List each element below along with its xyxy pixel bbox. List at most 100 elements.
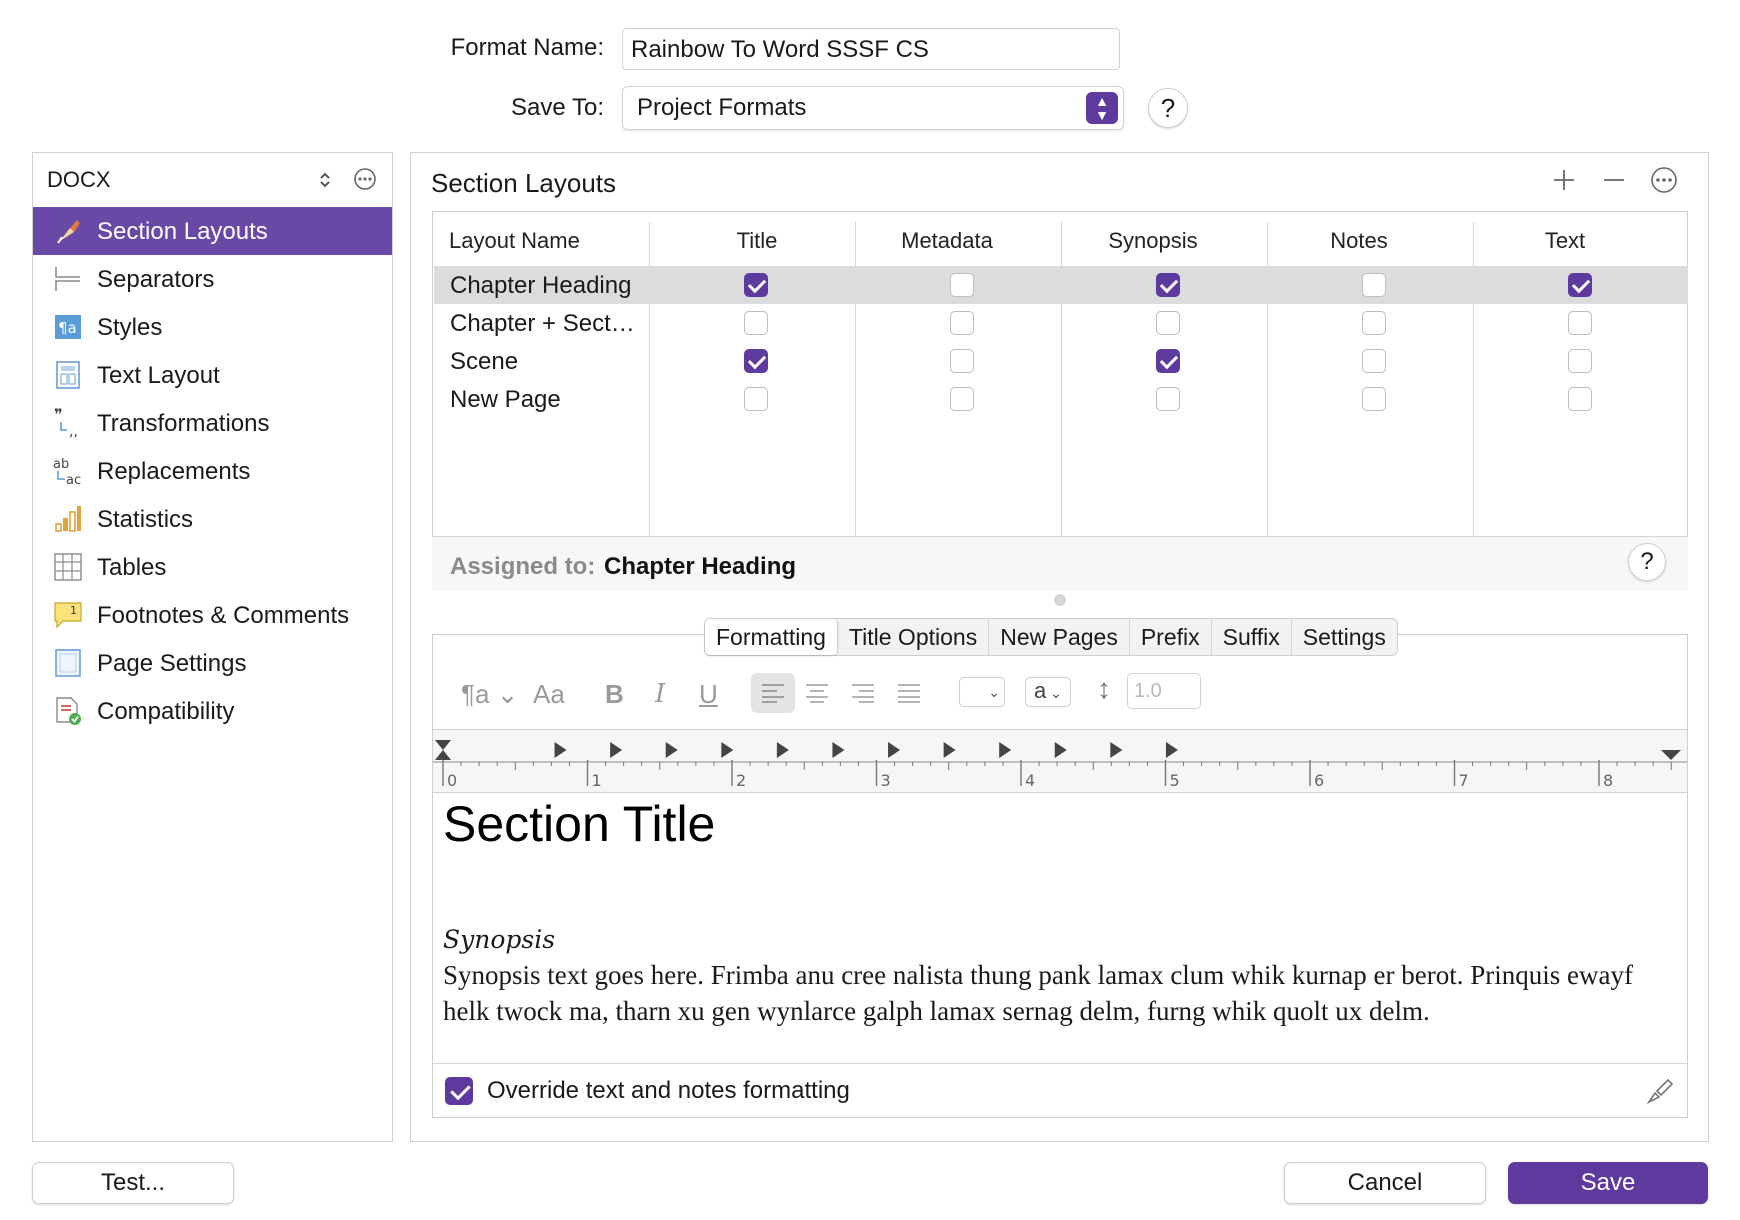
table-row[interactable]: Chapter + Sect… — [434, 304, 1688, 342]
tab-title-options[interactable]: Title Options — [838, 619, 990, 655]
column-header-synopsis[interactable]: Synopsis — [1103, 228, 1203, 254]
sidebar-item-compatibility[interactable]: Compatibility — [33, 687, 392, 735]
chevron-updown-icon: ▲ ▼ — [1086, 92, 1118, 124]
line-spacing-value: 1.0 — [1134, 680, 1162, 702]
split-view-handle[interactable] — [1054, 594, 1066, 606]
format-name-input[interactable]: Rainbow To Word SSSF CS — [622, 28, 1120, 70]
tab-prefix[interactable]: Prefix — [1130, 619, 1212, 655]
tab-new-pages[interactable]: New Pages — [989, 619, 1130, 655]
sidebar-item-page-settings[interactable]: Page Settings — [33, 639, 392, 687]
help-button[interactable]: ? — [1148, 88, 1188, 128]
column-header-text[interactable]: Text — [1515, 228, 1615, 254]
chevron-updown-icon — [320, 172, 330, 188]
title-checkbox[interactable] — [744, 387, 768, 411]
metadata-checkbox[interactable] — [950, 273, 974, 297]
metadata-checkbox[interactable] — [950, 349, 974, 373]
tab-stop-marker — [721, 742, 734, 758]
italic-icon[interactable]: I — [655, 679, 665, 709]
sidebar-item-statistics[interactable]: Statistics — [33, 495, 392, 543]
remove-icon[interactable] — [1602, 168, 1626, 192]
footnotes-icon: 1 — [54, 602, 82, 629]
text-checkbox[interactable] — [1568, 387, 1592, 411]
ruler[interactable]: 0 1 2 3 4 5 6 7 8 — [433, 729, 1687, 793]
test-button[interactable]: Test... — [32, 1162, 234, 1204]
table-row[interactable]: Scene — [434, 342, 1688, 380]
override-checkbox[interactable] — [445, 1077, 473, 1105]
column-header-title[interactable]: Title — [727, 228, 787, 254]
table-row[interactable]: New Page — [434, 380, 1688, 418]
metadata-checkbox[interactable] — [950, 311, 974, 335]
synopsis-checkbox[interactable] — [1156, 273, 1180, 297]
sidebar-item-tables[interactable]: Tables — [33, 543, 392, 591]
tab-formatting[interactable]: Formatting — [705, 619, 838, 655]
format-selector[interactable]: DOCX — [33, 153, 392, 207]
styles-icon: ¶a — [55, 315, 81, 339]
underline-icon[interactable]: U — [699, 679, 718, 710]
tables-icon — [54, 553, 82, 581]
preview-synopsis-label: Synopsis — [443, 925, 556, 954]
notes-checkbox[interactable] — [1362, 311, 1386, 335]
more-options-icon[interactable] — [1650, 166, 1678, 194]
font-size-button[interactable]: Aa — [533, 679, 565, 710]
align-center-icon[interactable] — [805, 683, 829, 703]
text-checkbox[interactable] — [1568, 311, 1592, 335]
tab-suffix[interactable]: Suffix — [1212, 619, 1292, 655]
save-to-select[interactable]: Project Formats ▲ ▼ — [622, 86, 1124, 130]
cancel-button[interactable]: Cancel — [1284, 1162, 1486, 1204]
layout-name: New Page — [450, 386, 561, 413]
tab-stop-marker — [943, 742, 956, 758]
assigned-help-button[interactable]: ? — [1628, 543, 1666, 581]
tab-stop-marker — [665, 742, 678, 758]
synopsis-checkbox[interactable] — [1156, 311, 1180, 335]
override-label: Override text and notes formatting — [487, 1077, 850, 1104]
assigned-to-label: Assigned to: — [450, 553, 596, 580]
brush-icon[interactable] — [1645, 1076, 1675, 1106]
text-color-select[interactable]: ⌄ — [959, 677, 1005, 707]
notes-checkbox[interactable] — [1362, 387, 1386, 411]
notes-checkbox[interactable] — [1362, 349, 1386, 373]
sidebar-item-separators[interactable]: Separators — [33, 255, 392, 303]
text-checkbox[interactable] — [1568, 273, 1592, 297]
left-indent-marker — [435, 750, 451, 760]
save-to-label: Save To: — [511, 94, 604, 121]
assigned-to-bar: Assigned to: Chapter Heading ? — [432, 536, 1688, 591]
table-row[interactable]: Chapter Heading — [434, 266, 1688, 304]
sidebar-item-styles[interactable]: ¶a Styles — [33, 303, 392, 351]
sidebar-item-section-layouts[interactable]: Section Layouts — [33, 207, 392, 255]
transformations-icon: ❞,, — [54, 408, 78, 438]
title-checkbox[interactable] — [744, 349, 768, 373]
column-header-notes[interactable]: Notes — [1309, 228, 1409, 254]
bold-icon[interactable]: B — [605, 679, 624, 710]
svg-text:ab: ab — [53, 457, 69, 472]
svg-text:ac: ac — [66, 473, 81, 486]
ruler-number: 8 — [1603, 771, 1613, 790]
save-button[interactable]: Save — [1508, 1162, 1708, 1204]
align-right-icon[interactable] — [851, 683, 875, 703]
line-spacing-input[interactable]: 1.0 — [1127, 673, 1201, 709]
sidebar-item-text-layout[interactable]: Text Layout — [33, 351, 392, 399]
synopsis-checkbox[interactable] — [1156, 387, 1180, 411]
sidebar-item-footnotes-comments[interactable]: 1 Footnotes & Comments — [33, 591, 392, 639]
sidebar-item-transformations[interactable]: ❞,, Transformations — [33, 399, 392, 447]
column-header-layout-name[interactable]: Layout Name — [449, 228, 580, 254]
align-left-button[interactable] — [751, 673, 795, 713]
tab-settings[interactable]: Settings — [1292, 619, 1397, 655]
formatting-editor: ¶a ⌄ Aa B I U ⌄ a ⌄ ↕ 1.0 0 1 2 3 4 5 6 7 8 Sect… — [432, 634, 1688, 1118]
metadata-checkbox[interactable] — [950, 387, 974, 411]
notes-checkbox[interactable] — [1362, 273, 1386, 297]
sidebar-item-replacements[interactable]: ab ac Replacements — [33, 447, 392, 495]
text-layout-icon — [56, 361, 80, 389]
title-checkbox[interactable] — [744, 311, 768, 335]
paragraph-style-icon[interactable]: ¶a ⌄ — [461, 679, 518, 710]
column-header-metadata[interactable]: Metadata — [897, 228, 997, 254]
layout-name: Chapter Heading — [450, 272, 632, 299]
synopsis-checkbox[interactable] — [1156, 349, 1180, 373]
title-checkbox[interactable] — [744, 273, 768, 297]
case-select[interactable]: a ⌄ — [1025, 677, 1071, 707]
tab-stop-marker — [776, 742, 789, 758]
add-icon[interactable] — [1552, 168, 1576, 192]
more-options-icon[interactable] — [353, 167, 377, 191]
align-justify-icon[interactable] — [897, 683, 921, 703]
preview-synopsis-text: Synopsis text goes here. Frimba anu cree… — [443, 960, 1633, 1026]
text-checkbox[interactable] — [1568, 349, 1592, 373]
